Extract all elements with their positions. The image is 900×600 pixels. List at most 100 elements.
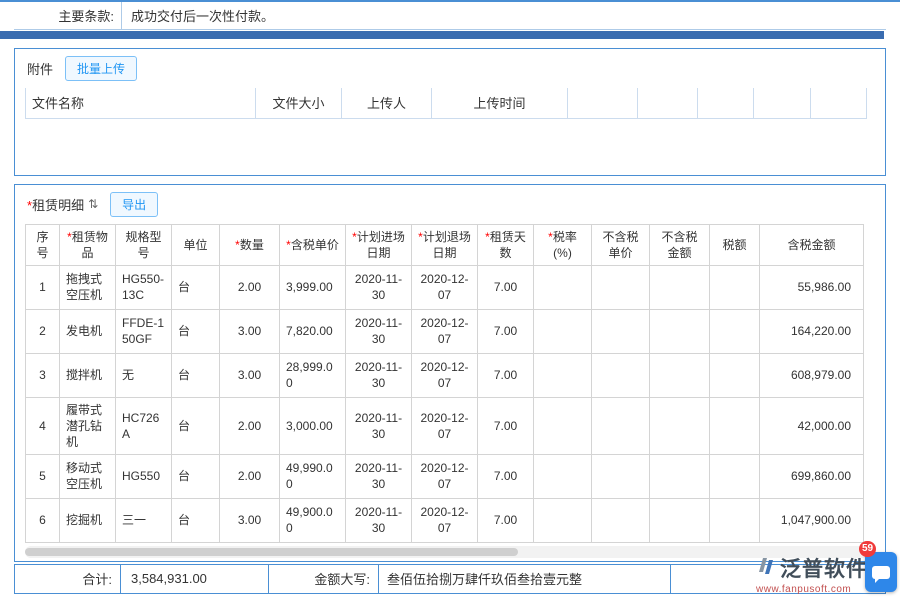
rental-cell-price-with-tax: 49,900.00 <box>280 498 346 542</box>
rental-cell-price-no-tax <box>592 309 650 353</box>
rental-cell-spec: HG550-13C <box>116 265 172 309</box>
rental-cell-price-no-tax <box>592 353 650 397</box>
rental-cell-exit-date: 2020-12-07 <box>412 265 478 309</box>
att-col-filesize: 文件大小 <box>256 88 342 118</box>
export-button[interactable]: 导出 <box>110 192 158 217</box>
rental-cell-amount-with-tax: 608,979.00 <box>760 353 864 397</box>
rental-cell-price-no-tax <box>592 265 650 309</box>
col-label: 租赁天数 <box>490 230 526 260</box>
table-row: 1拖拽式空压机HG550-13C台2.003,999.002020-11-302… <box>26 265 864 309</box>
rental-cell-unit: 台 <box>172 454 220 498</box>
scrollbar-thumb[interactable] <box>25 548 518 556</box>
att-col-uploader: 上传人 <box>342 88 432 118</box>
rental-cell-amount-with-tax: 1,047,900.00 <box>760 498 864 542</box>
rental-cell-amount-no-tax <box>650 397 710 454</box>
att-col-upload-time: 上传时间 <box>432 88 568 118</box>
col-qty: *数量 <box>220 224 280 265</box>
col-item: *租赁物品 <box>60 224 116 265</box>
rental-cell-tax-rate <box>534 454 592 498</box>
col-amount-with-tax: 含税金额 <box>760 224 864 265</box>
customer-service-widget[interactable]: 59 <box>865 552 897 592</box>
att-col-filename: 文件名称 <box>26 88 256 118</box>
rental-cell-amount-no-tax <box>650 498 710 542</box>
rental-cell-price-with-tax: 3,999.00 <box>280 265 346 309</box>
rental-cell-amount-with-tax: 164,220.00 <box>760 309 864 353</box>
table-row: 6挖掘机三一台3.0049,900.002020-11-302020-12-07… <box>26 498 864 542</box>
rental-cell-qty: 3.00 <box>220 353 280 397</box>
attachments-header-row: 文件名称 文件大小 上传人 上传时间 <box>26 88 867 118</box>
rental-cell-price-with-tax: 3,000.00 <box>280 397 346 454</box>
att-col-empty <box>698 88 754 118</box>
rental-cell-entry-date: 2020-11-30 <box>346 498 412 542</box>
attachments-table: 文件名称 文件大小 上传人 上传时间 <box>25 88 867 119</box>
col-label: 序号 <box>36 230 48 260</box>
rental-title: *租赁明细 <box>27 195 84 214</box>
col-tax-rate: *税率(%) <box>534 224 592 265</box>
rental-cell-unit: 台 <box>172 498 220 542</box>
batch-upload-button[interactable]: 批量上传 <box>65 56 137 81</box>
col-label: 计划退场日期 <box>423 230 471 260</box>
col-label: 税额 <box>722 238 746 252</box>
rental-cell-tax <box>710 309 760 353</box>
rental-cell-index: 2 <box>26 309 60 353</box>
rental-cell-tax-rate <box>534 265 592 309</box>
rental-cell-amount-no-tax <box>650 454 710 498</box>
rental-cell-price-no-tax <box>592 397 650 454</box>
rental-cell-days: 7.00 <box>478 353 534 397</box>
col-entry-date: *计划进场日期 <box>346 224 412 265</box>
rental-cell-qty: 2.00 <box>220 265 280 309</box>
rental-cell-item: 发电机 <box>60 309 116 353</box>
rental-panel: *租赁明细 ⇅ 导出 序号 *租赁物品 规格型号 单位 *数量 *含税单价 *计… <box>14 184 886 562</box>
rental-cell-price-with-tax: 7,820.00 <box>280 309 346 353</box>
rental-cell-spec: HC726A <box>116 397 172 454</box>
rental-cell-tax-rate <box>534 498 592 542</box>
rental-cell-unit: 台 <box>172 309 220 353</box>
col-label: 租赁物品 <box>72 230 108 260</box>
attachments-empty-body <box>15 119 885 175</box>
col-price-no-tax: 不含税单价 <box>592 224 650 265</box>
brand-watermark: 泛普软件 www.fanpusoft.com <box>756 553 868 595</box>
col-index: 序号 <box>26 224 60 265</box>
rental-cell-item: 拖拽式空压机 <box>60 265 116 309</box>
rental-cell-item: 搅拌机 <box>60 353 116 397</box>
col-label: 不含税单价 <box>602 230 638 260</box>
rental-cell-amount-with-tax: 55,986.00 <box>760 265 864 309</box>
rental-cell-amount-no-tax <box>650 309 710 353</box>
rental-cell-index: 6 <box>26 498 60 542</box>
col-price-with-tax: *含税单价 <box>280 224 346 265</box>
rental-cell-price-with-tax: 28,999.00 <box>280 353 346 397</box>
attachments-title: 附件 <box>27 59 53 78</box>
rental-cell-entry-date: 2020-11-30 <box>346 309 412 353</box>
rental-cell-days: 7.00 <box>478 454 534 498</box>
rental-table-body: 1拖拽式空压机HG550-13C台2.003,999.002020-11-302… <box>26 265 864 542</box>
rental-cell-index: 1 <box>26 265 60 309</box>
col-label: 单位 <box>183 238 207 252</box>
brand-name: 泛普软件 <box>780 553 868 583</box>
rental-cell-price-no-tax <box>592 498 650 542</box>
rental-cell-amount-no-tax <box>650 265 710 309</box>
total-label: 合计: <box>15 565 121 593</box>
rental-cell-tax <box>710 397 760 454</box>
rental-cell-unit: 台 <box>172 397 220 454</box>
horizontal-scrollbar[interactable] <box>25 546 875 558</box>
rental-cell-amount-with-tax: 42,000.00 <box>760 397 864 454</box>
col-amount-no-tax: 不含税金额 <box>650 224 710 265</box>
chat-bubble-icon <box>872 566 890 579</box>
amount-words-label: 金额大写: <box>269 565 379 593</box>
rental-cell-tax-rate <box>534 397 592 454</box>
rental-cell-days: 7.00 <box>478 498 534 542</box>
attachments-panel: 附件 批量上传 文件名称 文件大小 上传人 上传时间 <box>14 48 886 176</box>
rental-cell-entry-date: 2020-11-30 <box>346 265 412 309</box>
rental-cell-tax <box>710 265 760 309</box>
rental-cell-index: 5 <box>26 454 60 498</box>
col-label: 含税金额 <box>787 238 835 252</box>
rental-cell-item: 挖掘机 <box>60 498 116 542</box>
table-row: 3搅拌机无台3.0028,999.002020-11-302020-12-077… <box>26 353 864 397</box>
table-row: 4履带式潜孔钻机HC726A台2.003,000.002020-11-30202… <box>26 397 864 454</box>
rental-cell-amount-with-tax: 699,860.00 <box>760 454 864 498</box>
sort-icon[interactable]: ⇅ <box>88 197 98 211</box>
rental-cell-item: 履带式潜孔钻机 <box>60 397 116 454</box>
col-label: 规格型号 <box>125 230 161 260</box>
col-unit: 单位 <box>172 224 220 265</box>
col-tax: 税额 <box>710 224 760 265</box>
